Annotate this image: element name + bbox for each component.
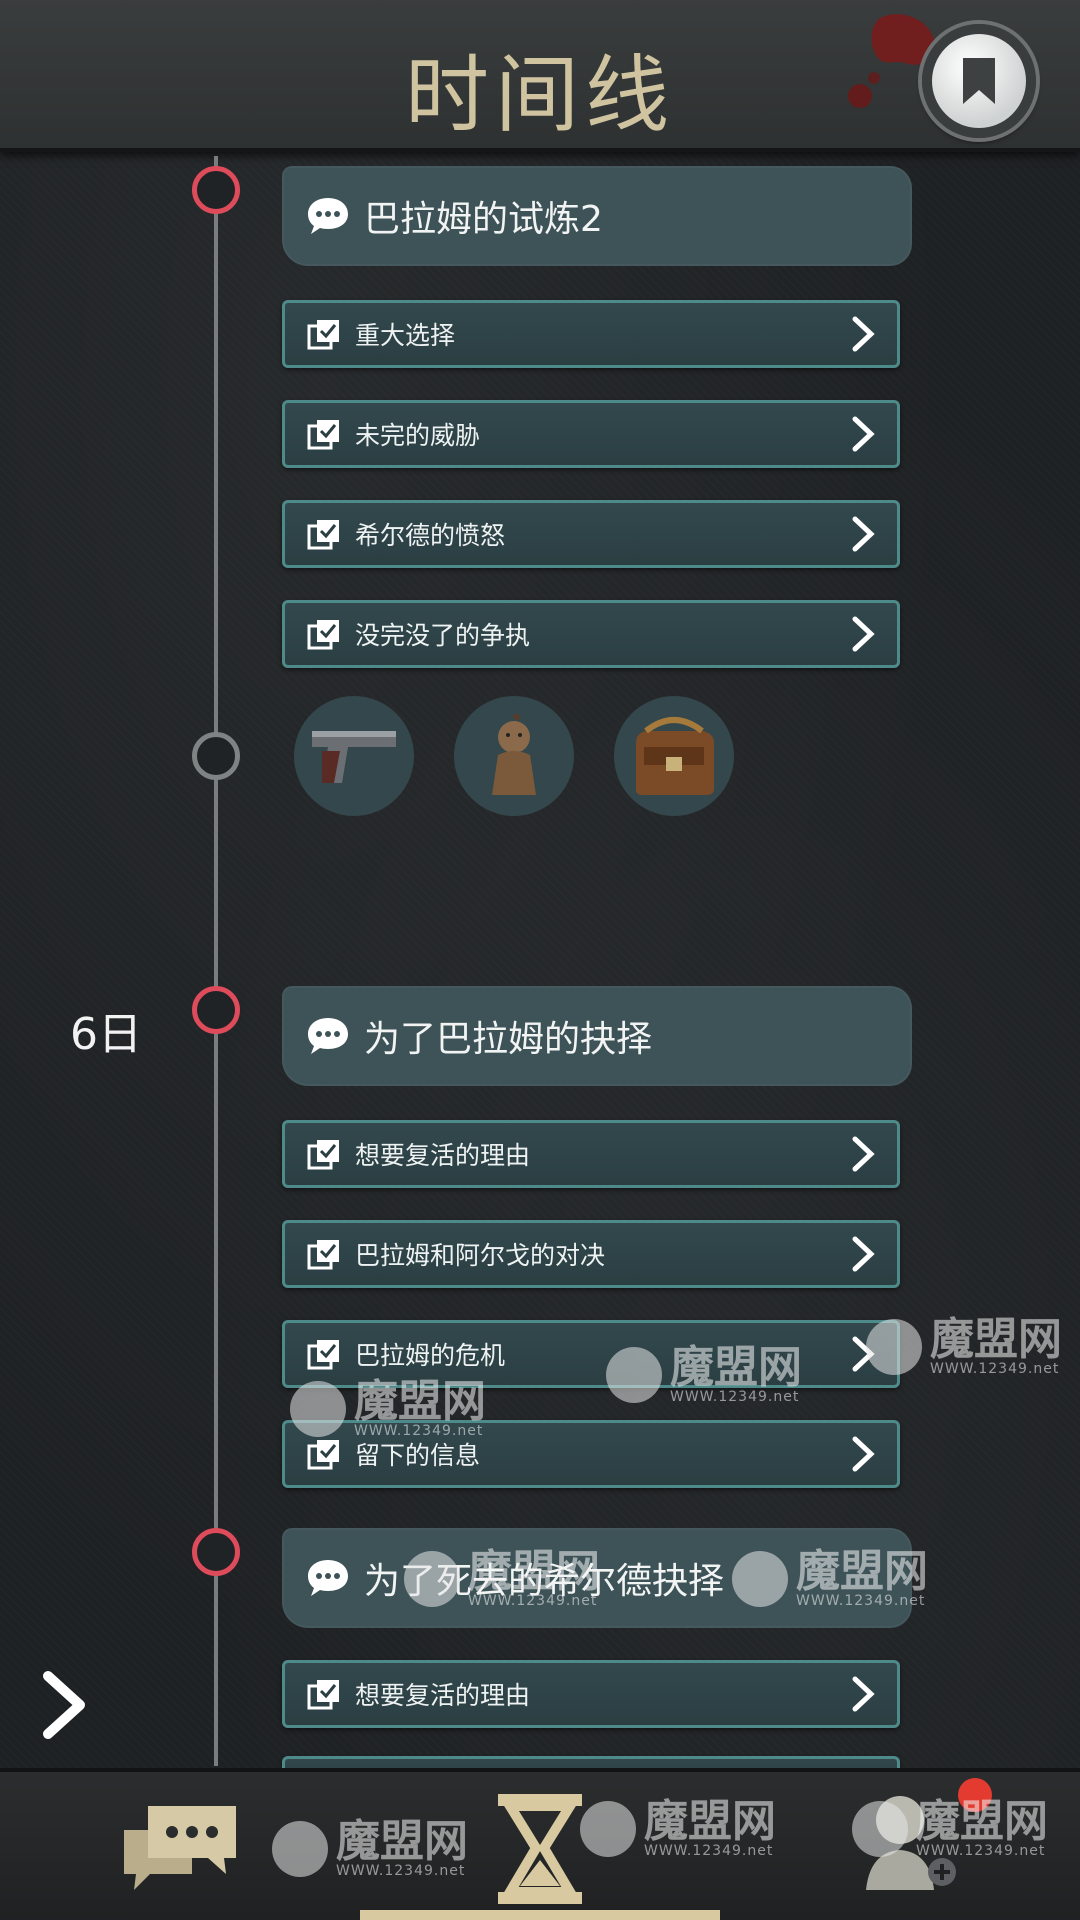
chapter-card[interactable]: 为了死去的希尔德抉择 xyxy=(282,1528,912,1628)
scene-title: 未完的威胁 xyxy=(355,421,481,450)
top-bar: 时间线 xyxy=(0,0,1080,152)
scene-row[interactable]: 想要复活的理由 xyxy=(282,1660,900,1728)
chapter-card[interactable]: 巴拉姆的试炼2 xyxy=(282,166,912,266)
chevron-right-icon xyxy=(852,1676,875,1712)
notification-badge xyxy=(958,1778,992,1812)
chevron-right-icon xyxy=(852,516,875,552)
checked-cards-icon xyxy=(307,620,339,650)
chevron-right-icon xyxy=(852,616,875,652)
bookmark-icon xyxy=(963,58,995,104)
checked-cards-icon xyxy=(307,420,339,450)
speech-bubble-icon xyxy=(308,1018,348,1054)
chevron-right-icon xyxy=(852,316,875,352)
chapter-title: 为了巴拉姆的抉择 xyxy=(364,1019,653,1060)
pistol-icon xyxy=(312,731,396,783)
timeline-node-chapter-1 xyxy=(192,166,240,214)
scene-row[interactable]: 想要复活的理由 xyxy=(282,1120,900,1188)
scene-row[interactable]: 巴拉姆的危机 xyxy=(282,1320,900,1388)
active-tab-indicator xyxy=(360,1910,720,1920)
scene-row[interactable]: 重大选择 xyxy=(282,300,900,368)
timeline-node-chapter-2 xyxy=(192,986,240,1034)
chapter-title: 为了死去的希尔德抉择 xyxy=(364,1561,725,1602)
timeline-node-items xyxy=(192,732,240,780)
item-slot[interactable] xyxy=(454,696,574,816)
scene-title: 巴拉姆和阿尔戈的对决 xyxy=(355,1241,606,1270)
scene-row[interactable]: 巴拉姆和阿尔戈的对决 xyxy=(282,1220,900,1288)
scene-title: 重大选择 xyxy=(355,321,456,350)
timeline-node-chapter-3 xyxy=(192,1528,240,1576)
item-slot[interactable] xyxy=(294,696,414,816)
doll-icon xyxy=(492,713,536,795)
bag-icon xyxy=(636,717,714,795)
chapter-card[interactable]: 为了巴拉姆的抉择 xyxy=(282,986,912,1086)
expand-arrow-icon[interactable] xyxy=(40,1668,90,1742)
tab-timeline[interactable] xyxy=(494,1790,586,1912)
chevron-right-icon xyxy=(852,1436,875,1472)
scene-row[interactable]: 留下的信息 xyxy=(282,1420,900,1488)
checked-cards-icon xyxy=(307,1340,339,1370)
bookmark-button[interactable] xyxy=(922,24,1036,138)
checked-cards-icon xyxy=(307,1440,339,1470)
chapter-title: 巴拉姆的试炼2 xyxy=(364,199,603,240)
checked-cards-icon xyxy=(307,1240,339,1270)
background xyxy=(0,0,1080,1920)
chevron-right-icon xyxy=(852,1336,875,1372)
checked-cards-icon xyxy=(307,320,339,350)
speech-bubble-icon xyxy=(308,198,348,234)
scene-title: 希尔德的愤怒 xyxy=(355,521,506,550)
scene-row[interactable]: 没完没了的争执 xyxy=(282,600,900,668)
chevron-right-icon xyxy=(852,1236,875,1272)
chevron-right-icon xyxy=(852,1136,875,1172)
tab-characters[interactable] xyxy=(860,1790,970,1904)
hourglass-icon xyxy=(498,1794,582,1904)
chevron-right-icon xyxy=(852,416,875,452)
scene-title: 想要复活的理由 xyxy=(355,1681,531,1710)
scene-title: 留下的信息 xyxy=(355,1441,481,1470)
scene-row[interactable]: 希尔德的愤怒 xyxy=(282,500,900,568)
checked-cards-icon xyxy=(307,1680,339,1710)
chat-icon xyxy=(124,1806,236,1890)
checked-cards-icon xyxy=(307,1140,339,1170)
scene-row[interactable]: 未完的威胁 xyxy=(282,400,900,468)
item-slot[interactable] xyxy=(614,696,734,816)
timeline-line xyxy=(214,156,218,1766)
scene-title: 巴拉姆的危机 xyxy=(355,1341,506,1370)
characters-icon xyxy=(866,1796,956,1890)
tab-chat[interactable] xyxy=(120,1800,240,1900)
scene-title: 没完没了的争执 xyxy=(355,621,531,650)
speech-bubble-icon xyxy=(308,1560,348,1596)
day-label: 6日 xyxy=(70,1009,142,1060)
checked-cards-icon xyxy=(307,520,339,550)
scene-title: 想要复活的理由 xyxy=(355,1141,531,1170)
